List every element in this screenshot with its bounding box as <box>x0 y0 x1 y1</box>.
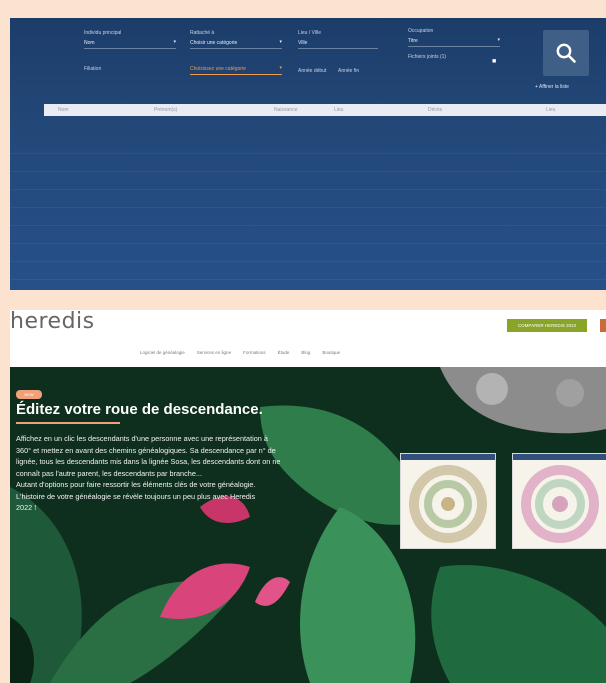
nav-item-blog[interactable]: Blog <box>301 350 310 355</box>
nav-item-services[interactable]: Services en ligne <box>197 350 231 355</box>
heredis-site: heredis COMPARER HEREDIS 2022 Logiciel d… <box>10 310 606 683</box>
field-value[interactable]: Nom ▾ <box>84 39 176 49</box>
descendant-wheel-image <box>521 465 599 543</box>
city-field[interactable]: Lieu / Ville Ville <box>298 30 378 49</box>
hero-text-line: Affichez en un clic les descendants d'un… <box>16 434 268 443</box>
title-underline <box>16 422 120 424</box>
chevron-down-icon: ▾ <box>497 37 500 43</box>
column-header[interactable]: Nom <box>58 107 154 113</box>
hero-description: Affichez en un clic les descendants d'un… <box>16 433 368 514</box>
field-value[interactable]: Ville <box>298 40 378 49</box>
search-button[interactable] <box>543 30 589 76</box>
hero-text-line: 360° et mettez en avant des chemins géné… <box>16 445 276 455</box>
hero-text-line: connaît pas l'autre parent, les descenda… <box>16 468 202 478</box>
date-start-input[interactable]: Année début <box>298 68 326 74</box>
results-table-header: Nom Prénom(s) Naissance Lieu Décès Lieu <box>44 104 606 116</box>
hero-text-line: Autant d'options pour faire ressortir le… <box>16 480 256 489</box>
filiation-field[interactable]: Filiation <box>84 66 176 72</box>
attachments-label: Fichiers joints (1) <box>408 54 447 60</box>
search-icon <box>556 43 576 63</box>
principal-field[interactable]: Individu principal Nom ▾ <box>84 30 176 49</box>
column-header[interactable]: Décès <box>428 107 546 113</box>
field-label: Rattaché à <box>190 30 215 36</box>
site-logo[interactable]: heredis <box>10 310 95 334</box>
new-badge: NEW <box>16 390 42 399</box>
field-value[interactable]: Titre ▾ <box>408 37 500 47</box>
nav-item-software[interactable]: Logiciel de généalogie <box>140 350 185 355</box>
column-header[interactable]: Lieu <box>546 107 586 113</box>
field-label: Occupation <box>408 28 434 34</box>
refine-link[interactable]: + Affiner la liste <box>535 84 569 90</box>
search-panel: Individu principal Nom ▾ Rattaché à Chois… <box>10 18 606 290</box>
hero-text-line: lignée, tous les descendants mis dans la… <box>16 457 281 466</box>
field-value[interactable]: Choisir une catégorie ▾ <box>190 39 282 49</box>
hero-text-line: 2022 ! <box>16 503 37 512</box>
field-label: Lieu / Ville <box>298 30 321 36</box>
hero-text-line: L'histoire de votre généalogie se révèle… <box>16 491 256 501</box>
attachment-icon[interactable]: ■ <box>492 58 496 65</box>
date-end-input[interactable]: Année fin <box>338 68 359 74</box>
results-area <box>10 136 606 290</box>
screenshot-thumbnail[interactable] <box>512 453 606 549</box>
category-field[interactable]: Rattaché à Choisir une catégorie ▾ <box>190 30 282 49</box>
tree-preview-image <box>409 465 487 543</box>
occupation-field[interactable]: Occupation Titre ▾ <box>408 28 500 47</box>
chevron-down-icon: ▾ <box>173 39 176 45</box>
nav-item-training[interactable]: Formations <box>243 350 266 355</box>
column-header[interactable]: Naissance <box>274 107 334 113</box>
hero-banner: NEW Éditez votre roue de descendance. Af… <box>10 367 606 683</box>
field-label: Filiation <box>84 66 102 72</box>
field-value[interactable]: Choisissez une catégorie ▾ <box>190 65 282 75</box>
column-header[interactable]: Prénom(s) <box>154 107 274 113</box>
main-nav: Logiciel de généalogie Services en ligne… <box>140 350 340 355</box>
chevron-down-icon: ▾ <box>279 65 282 71</box>
compare-button[interactable]: COMPARER HEREDIS 2022 <box>507 319 587 332</box>
screenshot-thumbnail[interactable] <box>400 453 496 549</box>
chevron-down-icon: ▾ <box>279 39 282 45</box>
column-header[interactable]: Lieu <box>334 107 428 113</box>
nav-item-shop[interactable]: Boutique <box>322 350 340 355</box>
hero-title: Éditez votre roue de descendance. <box>16 401 263 418</box>
subcategory-field[interactable]: Choisissez une catégorie ▾ <box>190 62 282 75</box>
nav-item-study[interactable]: Étude <box>278 350 290 355</box>
secondary-button[interactable] <box>600 319 606 332</box>
field-label: Individu principal <box>84 30 122 36</box>
